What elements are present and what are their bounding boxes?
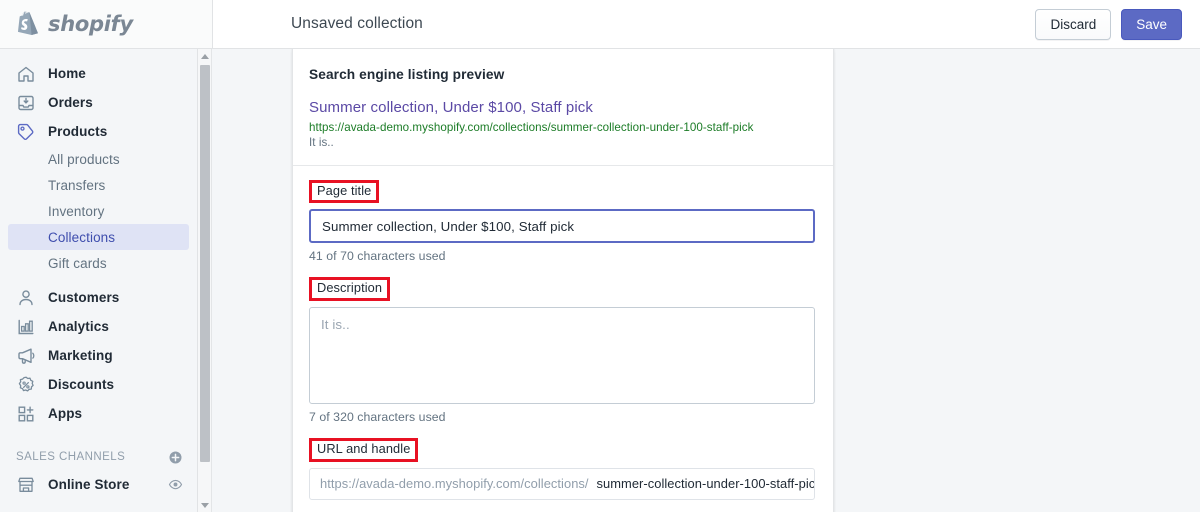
discard-button[interactable]: Discard	[1035, 9, 1112, 40]
home-icon	[18, 66, 34, 82]
online-store-left: Online Store	[16, 475, 129, 495]
sidebar-subitem-label: Gift cards	[48, 255, 107, 271]
sidebar-item-transfers[interactable]: Transfers	[8, 172, 189, 198]
main-content: Search engine listing preview Summer col…	[213, 49, 1200, 512]
shopify-logo[interactable]: shopify	[0, 0, 213, 48]
url-handle-value: summer-collection-under-100-staff-pic	[596, 476, 815, 492]
scroll-down-arrow-icon[interactable]	[198, 498, 212, 512]
shopify-bag-icon	[18, 11, 38, 35]
url-handle-label: URL and handle	[309, 438, 419, 462]
page-title-label-wrap: Page title	[309, 179, 815, 204]
sidebar-item-marketing[interactable]: Marketing	[8, 341, 189, 370]
seo-card: Search engine listing preview Summer col…	[292, 49, 834, 512]
url-prefix: https://avada-demo.myshopify.com/collect…	[320, 476, 589, 492]
sidebar-item-all-products[interactable]: All products	[8, 146, 189, 172]
search-preview-section: Search engine listing preview Summer col…	[293, 49, 833, 165]
sidebar-item-label: Discounts	[48, 377, 115, 392]
sidebar-item-label: Online Store	[48, 477, 130, 492]
customer-person-icon	[19, 289, 33, 305]
page-title-char-count: 41 of 70 characters used	[309, 249, 446, 264]
top-bar: shopify Unsaved collection Discard Save	[0, 0, 1200, 49]
sidebar-item-label: Home	[48, 66, 86, 81]
url-handle-label-wrap: URL and handle	[309, 438, 815, 462]
sidebar-item-label: Customers	[48, 290, 120, 305]
sidebar-subitem-label: Transfers	[48, 177, 106, 193]
sidebar-item-home[interactable]: Home	[8, 59, 189, 88]
sidebar-item-orders[interactable]: Orders	[8, 88, 189, 117]
description-char-count: 7 of 320 characters used	[309, 410, 446, 425]
sidebar-item-products[interactable]: Products	[8, 117, 189, 146]
storefront-icon	[18, 477, 34, 492]
shopify-admin-screen: shopify Unsaved collection Discard Save …	[0, 0, 1200, 512]
orders-inbox-icon	[18, 95, 34, 110]
sidebar-subitem-label: All products	[48, 151, 120, 167]
preview-title-link[interactable]: Summer collection, Under $100, Staff pic…	[309, 99, 815, 118]
sidebar-item-collections[interactable]: Collections	[8, 224, 189, 250]
sidebar-nav: Home Orders Products All products Transf…	[0, 49, 198, 512]
sidebar-item-label: Marketing	[48, 348, 113, 363]
page-title-field-block: Page title Summer collection, Under $100…	[293, 166, 833, 264]
sales-channels-header: SALES CHANNELS	[0, 444, 197, 470]
scrollbar-thumb[interactable]	[200, 65, 210, 462]
sidebar-item-online-store[interactable]: Online Store	[8, 470, 189, 499]
page-title: Unsaved collection	[291, 15, 423, 32]
sidebar-item-discounts[interactable]: Discounts	[8, 370, 189, 399]
analytics-bars-icon	[18, 319, 34, 334]
sidebar-item-label: Analytics	[48, 319, 109, 334]
products-tag-icon	[17, 123, 34, 140]
sidebar-subitem-label: Inventory	[48, 203, 105, 219]
card-footer-spacer	[293, 500, 833, 512]
description-label-wrap: Description	[309, 277, 815, 302]
sidebar-item-label: Orders	[48, 95, 93, 110]
sidebar-subitem-label: Collections	[48, 229, 116, 245]
sidebar-item-label: Apps	[48, 406, 83, 421]
page-title-input[interactable]: Summer collection, Under $100, Staff pic…	[309, 209, 815, 244]
url-handle-field-block: URL and handle https://avada-demo.myshop…	[293, 424, 833, 500]
description-label: Description	[309, 277, 391, 302]
sidebar-scrollbar[interactable]	[198, 49, 212, 512]
sidebar-item-apps[interactable]: Apps	[8, 399, 189, 428]
top-bar-actions: Discard Save	[1035, 9, 1182, 40]
discounts-percent-icon	[18, 376, 34, 392]
description-field-block: Description It is.. 7 of 320 characters …	[293, 263, 833, 424]
marketing-megaphone-icon	[18, 348, 35, 364]
sidebar-item-label: Products	[48, 124, 108, 139]
save-button[interactable]: Save	[1121, 9, 1182, 40]
section-title: Search engine listing preview	[309, 67, 505, 82]
url-handle-input[interactable]: https://avada-demo.myshopify.com/collect…	[309, 467, 815, 500]
eye-icon[interactable]	[168, 477, 183, 492]
plus-circle-icon[interactable]	[168, 450, 183, 465]
sidebar-item-gift-cards[interactable]: Gift cards	[8, 250, 189, 276]
shopify-wordmark: shopify	[48, 12, 133, 36]
page-title-label: Page title	[309, 179, 380, 204]
scroll-up-arrow-icon[interactable]	[198, 49, 212, 63]
sidebar-item-customers[interactable]: Customers	[8, 283, 189, 312]
apps-grid-plus-icon	[18, 406, 34, 421]
sidebar-item-inventory[interactable]: Inventory	[8, 198, 189, 224]
description-textarea[interactable]: It is..	[309, 307, 815, 405]
preview-description: It is..	[309, 135, 334, 149]
preview-url: https://avada-demo.myshopify.com/collect…	[309, 120, 754, 134]
sales-channels-title: SALES CHANNELS	[16, 451, 126, 463]
sidebar-item-analytics[interactable]: Analytics	[8, 312, 189, 341]
